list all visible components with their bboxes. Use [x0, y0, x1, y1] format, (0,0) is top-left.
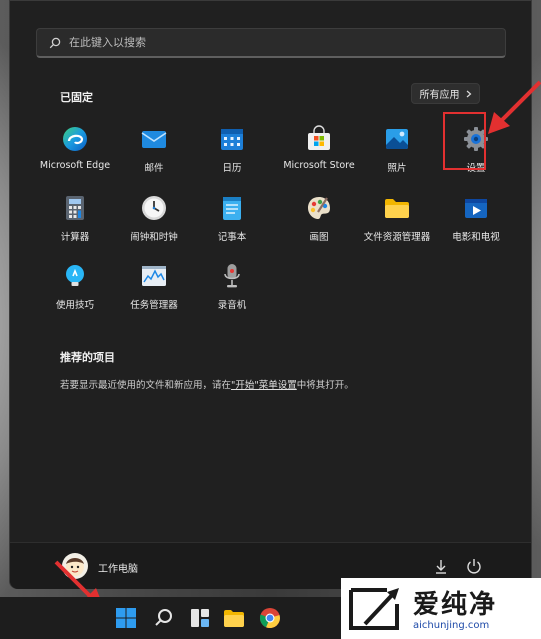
- search-input[interactable]: [69, 36, 469, 49]
- chevron-right-icon: [466, 90, 471, 97]
- recommended-text: 若要显示最近使用的文件和新应用，请在: [60, 380, 232, 391]
- app-label: 日历: [222, 163, 242, 174]
- arrow-to-settings-icon: [488, 80, 541, 134]
- app-label: 录音机: [217, 300, 247, 311]
- taskbar-search-icon[interactable]: [152, 606, 176, 630]
- movies-icon: [465, 199, 487, 218]
- chrome-icon[interactable]: [258, 606, 282, 630]
- recorder-icon: [224, 264, 240, 288]
- app-label: 电影和电视: [452, 232, 500, 243]
- start-menu: 已固定 所有应用 Microsoft Edge 邮件 日历: [9, 0, 532, 589]
- app-tile-edge[interactable]: Microsoft Edge: [34, 123, 116, 179]
- app-tile-file-explorer[interactable]: 文件资源管理器: [356, 192, 438, 248]
- app-tile-tips[interactable]: 使用技巧: [34, 260, 116, 316]
- watermark-brand: 爱纯净: [413, 590, 498, 620]
- notepad-icon: [223, 197, 241, 220]
- app-label: 闹钟和时钟: [130, 232, 178, 243]
- clock-icon: [142, 196, 166, 220]
- edge-icon: [63, 127, 87, 151]
- app-label: Microsoft Edge: [39, 160, 111, 171]
- store-icon: [308, 125, 330, 150]
- app-label: 记事本: [217, 232, 247, 243]
- recommended-message: 若要显示最近使用的文件和新应用，请在"开始"菜单设置中将其打开。: [60, 377, 354, 391]
- paint-icon: [308, 197, 330, 219]
- app-label: 照片: [387, 163, 407, 174]
- app-tile-recorder[interactable]: 录音机: [191, 260, 273, 316]
- recommended-text-end: 中将其打开。: [296, 380, 354, 391]
- tips-icon: [66, 265, 84, 286]
- settings-highlight-box: [443, 112, 486, 170]
- app-label: 画图: [309, 232, 329, 243]
- watermark: 爱纯净 aichunjing.com: [341, 578, 541, 639]
- app-tile-store[interactable]: Microsoft Store: [278, 123, 360, 179]
- power-icon[interactable]: [465, 557, 483, 575]
- app-tile-clock[interactable]: 闹钟和时钟: [113, 192, 195, 248]
- search-box[interactable]: [36, 28, 506, 58]
- watermark-url: aichunjing.com: [413, 620, 490, 631]
- search-icon: [49, 37, 61, 48]
- photos-icon: [386, 129, 408, 149]
- app-tile-paint[interactable]: 画图: [278, 192, 360, 248]
- file-explorer-taskbar-icon[interactable]: [222, 606, 246, 630]
- app-tile-photos[interactable]: 照片: [356, 123, 438, 179]
- app-label: 使用技巧: [55, 300, 94, 311]
- task-view-icon[interactable]: [188, 606, 212, 630]
- task-manager-icon: [142, 266, 166, 286]
- mail-icon: [141, 131, 167, 148]
- app-tile-calendar[interactable]: 日历: [191, 123, 273, 179]
- calculator-icon: [66, 196, 84, 220]
- windows-start-icon[interactable]: [114, 606, 138, 630]
- app-label: Microsoft Store: [283, 160, 355, 171]
- app-label: 计算器: [60, 232, 90, 243]
- app-tile-movies[interactable]: 电影和电视: [435, 192, 517, 248]
- start-settings-link[interactable]: "开始"菜单设置: [231, 380, 297, 391]
- app-tile-notepad[interactable]: 记事本: [191, 192, 273, 248]
- recommended-title: 推荐的项目: [60, 351, 115, 364]
- calendar-icon: [221, 129, 243, 150]
- all-apps-label: 所有应用: [419, 90, 460, 101]
- folder-icon: [385, 199, 409, 218]
- app-tile-mail[interactable]: 邮件: [113, 123, 195, 179]
- app-tile-calculator[interactable]: 计算器: [34, 192, 116, 248]
- app-label: 文件资源管理器: [363, 232, 431, 243]
- watermark-logo-icon: [349, 588, 399, 630]
- downloads-icon[interactable]: [432, 557, 450, 575]
- app-tile-task-manager[interactable]: 任务管理器: [113, 260, 195, 316]
- app-label: 任务管理器: [130, 300, 178, 311]
- pinned-title: 已固定: [60, 91, 93, 104]
- app-label: 邮件: [144, 163, 164, 174]
- all-apps-button[interactable]: 所有应用: [411, 83, 480, 104]
